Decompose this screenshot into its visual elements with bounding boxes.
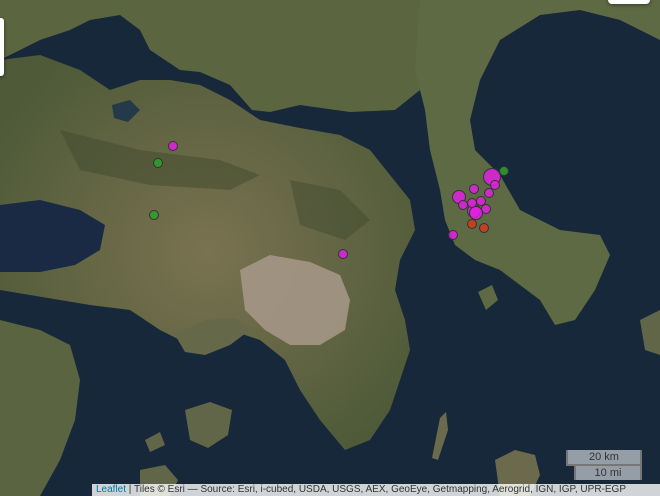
magenta-marker[interactable]: [469, 206, 483, 220]
magenta-marker[interactable]: [476, 196, 486, 206]
magenta-marker[interactable]: [338, 249, 348, 259]
leaflet-link[interactable]: Leaflet: [96, 484, 126, 495]
scale-control: 20 km 10 mi: [566, 450, 642, 480]
attribution-text: | Tiles © Esri — Source: Esri, i-cubed, …: [126, 484, 626, 495]
red-marker[interactable]: [467, 219, 477, 229]
magenta-marker[interactable]: [458, 200, 468, 210]
green-marker[interactable]: [153, 158, 163, 168]
satellite-map[interactable]: [0, 0, 660, 496]
layers-control[interactable]: [608, 0, 650, 4]
attribution: Leaflet | Tiles © Esri — Source: Esri, i…: [92, 484, 660, 496]
red-marker[interactable]: [479, 223, 489, 233]
zoom-control[interactable]: [0, 18, 4, 76]
scale-mi: 10 mi: [574, 464, 642, 480]
magenta-marker[interactable]: [469, 184, 479, 194]
green-marker[interactable]: [499, 166, 509, 176]
magenta-marker[interactable]: [448, 230, 458, 240]
green-marker[interactable]: [149, 210, 159, 220]
magenta-marker[interactable]: [484, 188, 494, 198]
magenta-marker[interactable]: [168, 141, 178, 151]
magenta-marker[interactable]: [490, 180, 500, 190]
